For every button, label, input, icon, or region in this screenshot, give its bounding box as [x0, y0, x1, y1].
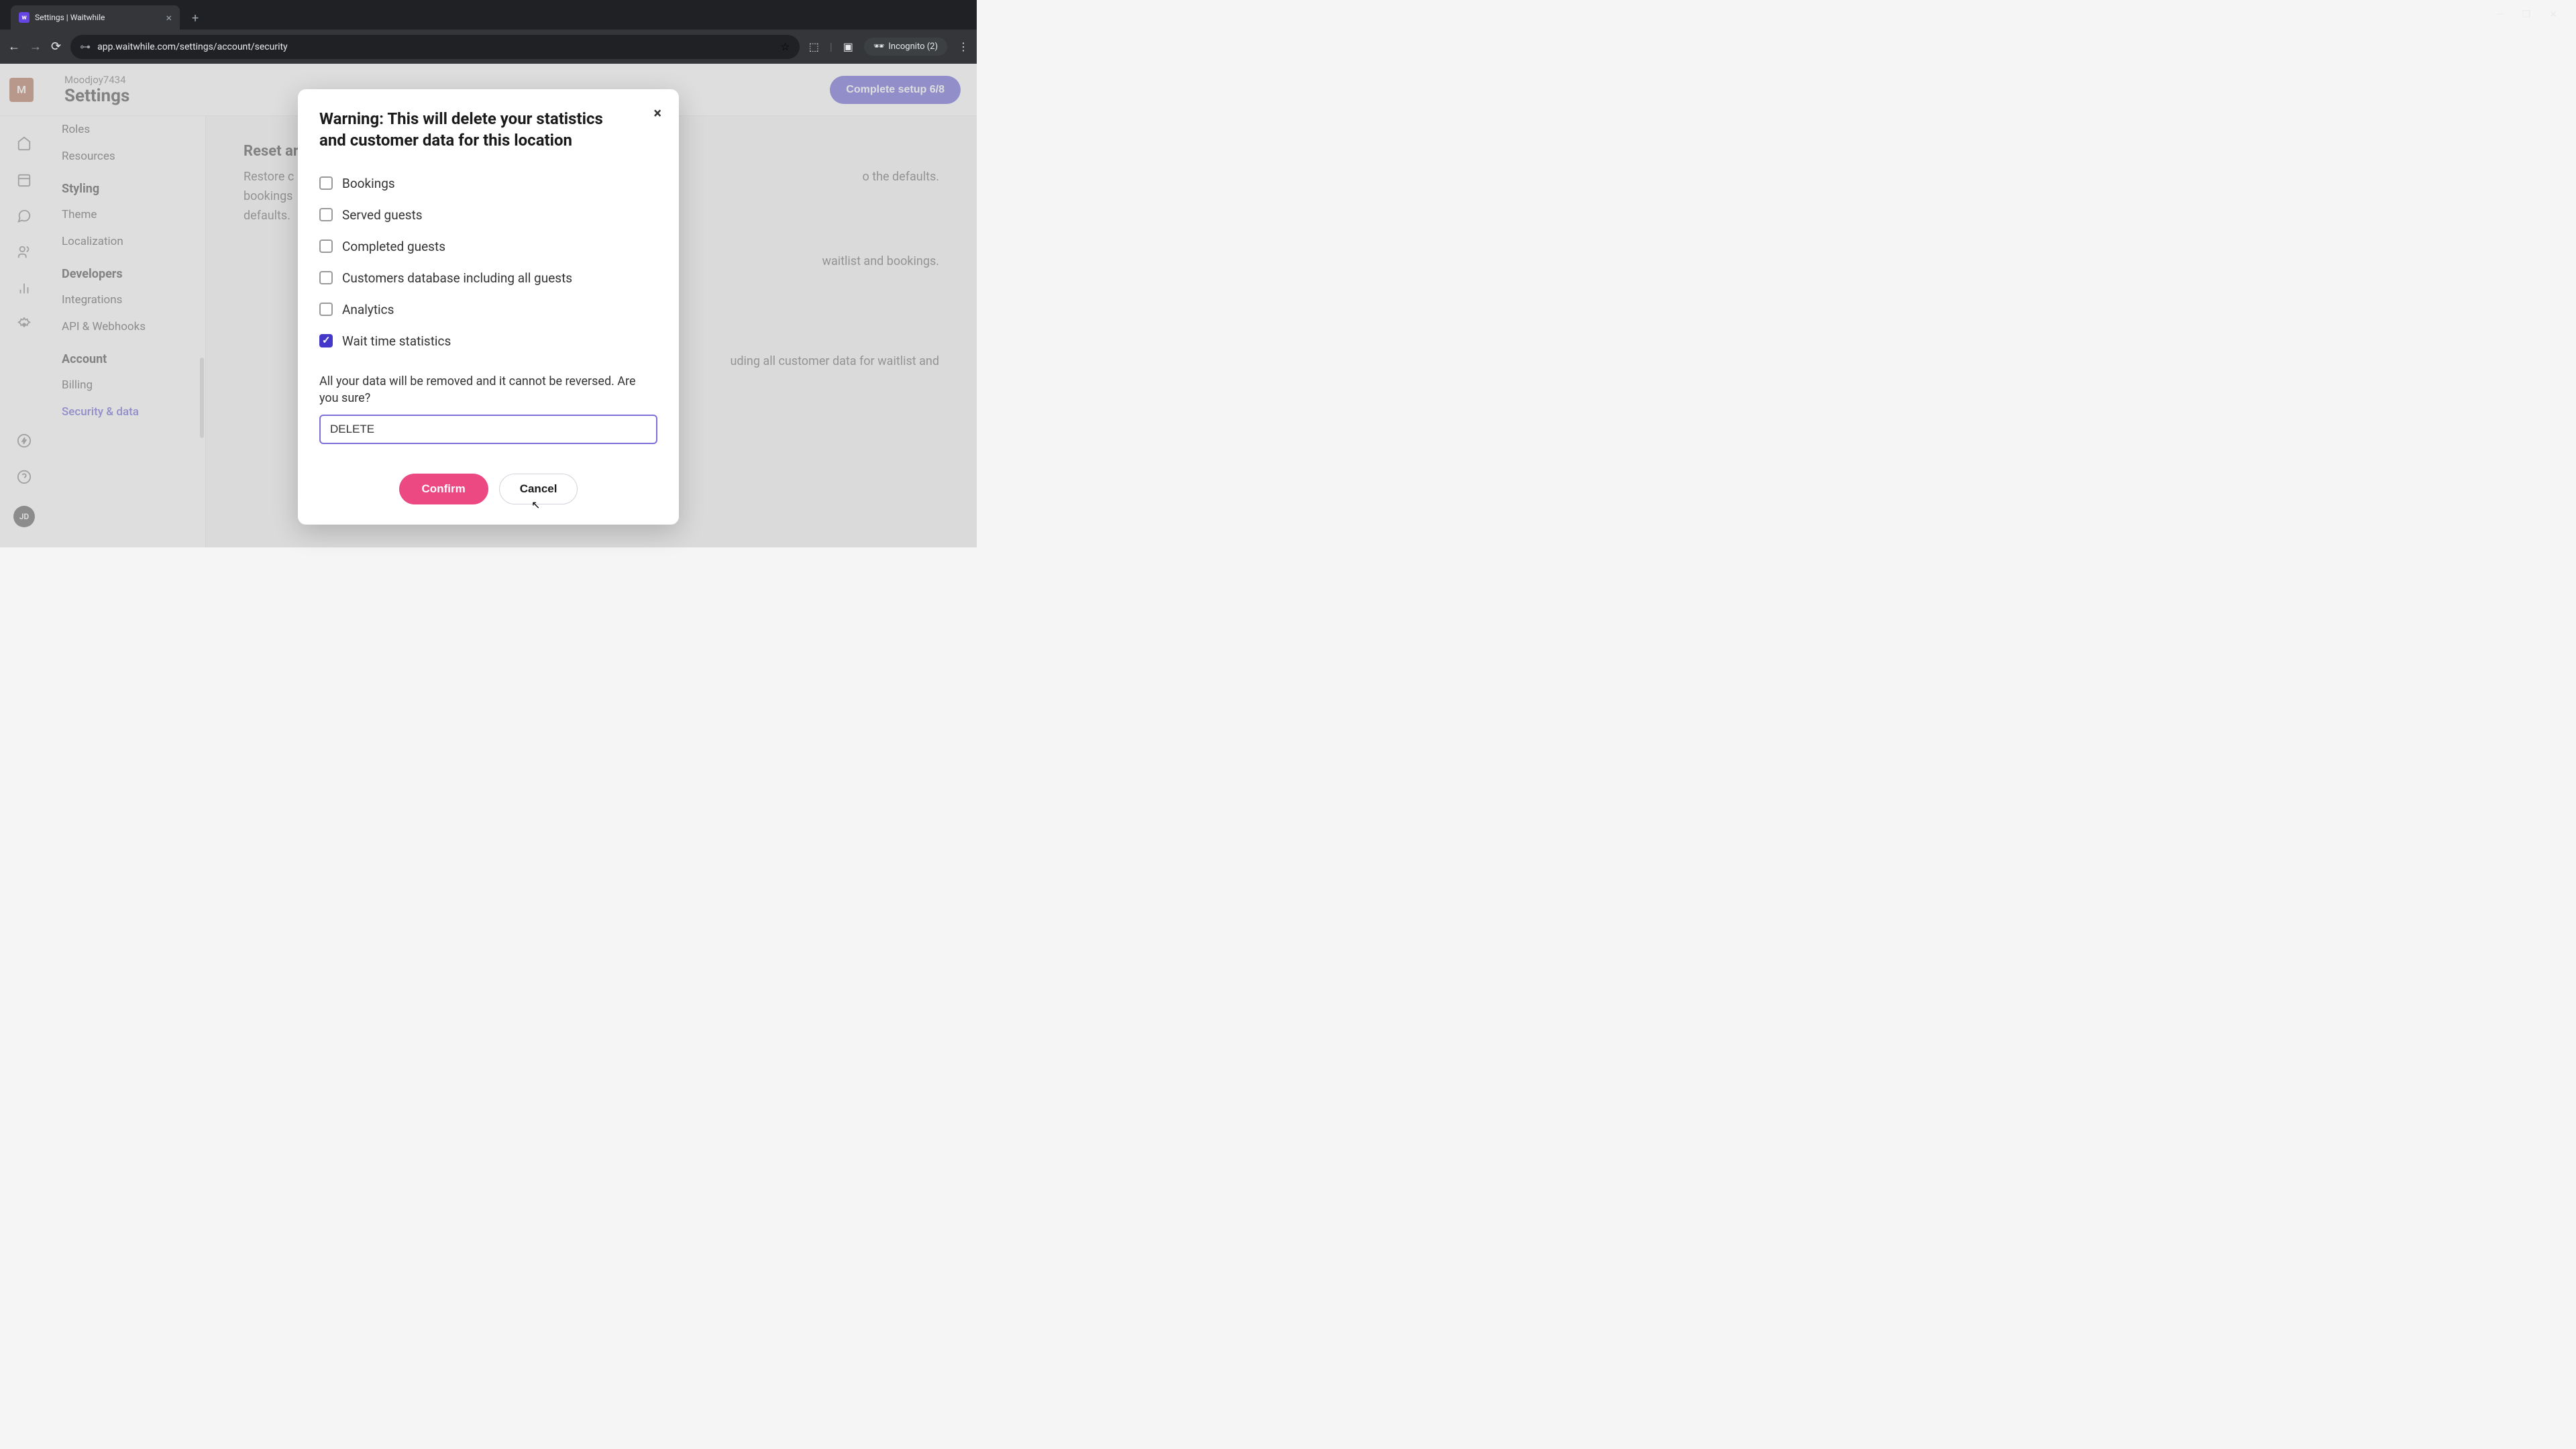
favicon-icon: w — [19, 12, 30, 23]
maximize-button[interactable]: ❐ — [2517, 7, 2536, 23]
checkbox-label: Customers database including all guests — [342, 270, 572, 286]
tab-close-icon[interactable]: × — [166, 11, 172, 24]
checkbox-row-analytics[interactable]: Analytics — [319, 294, 657, 325]
checkbox-row-wait-time[interactable]: Wait time statistics — [319, 325, 657, 357]
url-bar[interactable]: ⊶ app.waitwhile.com/settings/account/sec… — [70, 35, 800, 59]
checkbox-served-guests[interactable] — [319, 208, 333, 221]
site-info-icon[interactable]: ⊶ — [80, 40, 91, 53]
tab-title: Settings | Waitwhile — [35, 13, 160, 22]
tab-bar: w Settings | Waitwhile × + — ❐ ✕ — [0, 0, 977, 30]
nav-bar: ← → ⟳ ⊶ app.waitwhile.com/settings/accou… — [0, 30, 977, 64]
menu-icon[interactable]: ⋮ — [958, 40, 969, 53]
url-text: app.waitwhile.com/settings/account/secur… — [97, 42, 773, 52]
toolbar-actions: ⬚ | ▣ 🕶 Incognito (2) ⋮ — [809, 38, 969, 56]
forward-button[interactable]: → — [30, 40, 42, 54]
close-window-button[interactable]: ✕ — [2544, 7, 2563, 23]
checkbox-label: Bookings — [342, 176, 395, 191]
modal-title: Warning: This will delete your statistic… — [319, 108, 657, 152]
minimize-button[interactable]: — — [2491, 7, 2509, 23]
incognito-badge[interactable]: 🕶 Incognito (2) — [864, 38, 947, 56]
checkbox-label: Analytics — [342, 302, 394, 317]
star-icon[interactable]: ☆ — [780, 40, 790, 53]
extensions-icon[interactable]: ⬚ — [809, 40, 819, 53]
modal-close-button[interactable]: × — [653, 105, 661, 122]
incognito-label: Incognito (2) — [888, 42, 938, 52]
incognito-icon: 🕶 — [873, 42, 885, 52]
checkbox-row-bookings[interactable]: Bookings — [319, 168, 657, 199]
checkbox-bookings[interactable] — [319, 176, 333, 190]
checkbox-analytics[interactable] — [319, 303, 333, 316]
window-controls: — ❐ ✕ — [2483, 0, 2571, 30]
checkbox-row-customers[interactable]: Customers database including all guests — [319, 262, 657, 294]
checkbox-label: Wait time statistics — [342, 333, 451, 349]
checkbox-customers-database[interactable] — [319, 271, 333, 284]
checkbox-label: Served guests — [342, 207, 423, 223]
checkbox-label: Completed guests — [342, 239, 445, 254]
browser-tab[interactable]: w Settings | Waitwhile × — [11, 5, 180, 30]
app-area: M Moodjoy7434 Settings Complete setup 6/… — [0, 64, 977, 547]
panel-icon[interactable]: ▣ — [843, 40, 853, 53]
divider: | — [830, 40, 833, 53]
cancel-button[interactable]: Cancel — [499, 474, 578, 504]
checkbox-list: Bookings Served guests Completed guests … — [319, 168, 657, 357]
modal-warning-text: All your data will be removed and it can… — [319, 373, 657, 407]
confirm-button[interactable]: Confirm — [399, 474, 488, 504]
new-tab-button[interactable]: + — [188, 7, 203, 30]
back-button[interactable]: ← — [8, 40, 20, 54]
delete-data-modal: Warning: This will delete your statistic… — [298, 89, 679, 525]
checkbox-completed-guests[interactable] — [319, 239, 333, 253]
checkbox-wait-time-statistics[interactable] — [319, 334, 333, 347]
browser-chrome: w Settings | Waitwhile × + — ❐ ✕ ← → ⟳ ⊶… — [0, 0, 977, 64]
modal-actions: Confirm Cancel — [319, 474, 657, 504]
checkbox-row-completed[interactable]: Completed guests — [319, 231, 657, 262]
delete-confirm-input[interactable] — [319, 415, 657, 444]
reload-button[interactable]: ⟳ — [51, 40, 61, 54]
modal-overlay[interactable]: Warning: This will delete your statistic… — [0, 64, 977, 547]
checkbox-row-served[interactable]: Served guests — [319, 199, 657, 231]
